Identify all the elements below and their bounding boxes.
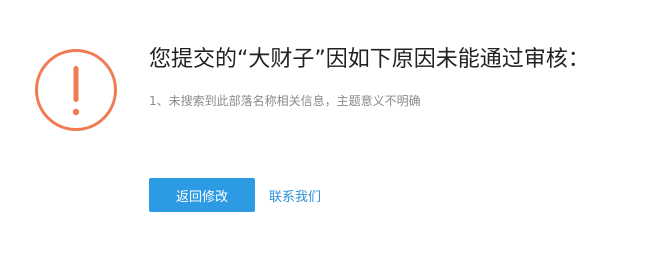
rejection-title: 您提交的“大财子”因如下原因未能通过审核：: [149, 47, 590, 72]
message-content: 您提交的“大财子”因如下原因未能通过审核： 1、未搜索到此部落名称相关信息，主题…: [149, 44, 619, 110]
actions-row: 返回修改 联系我们: [149, 178, 321, 212]
contact-us-link[interactable]: 联系我们: [269, 186, 321, 205]
rejection-notice-page: 您提交的“大财子”因如下原因未能通过审核： 1、未搜索到此部落名称相关信息，主题…: [0, 0, 659, 264]
return-edit-button[interactable]: 返回修改: [149, 178, 255, 212]
rejection-reason: 1、未搜索到此部落名称相关信息，主题意义不明确: [149, 94, 421, 108]
warning-exclamation-icon: [34, 48, 118, 132]
